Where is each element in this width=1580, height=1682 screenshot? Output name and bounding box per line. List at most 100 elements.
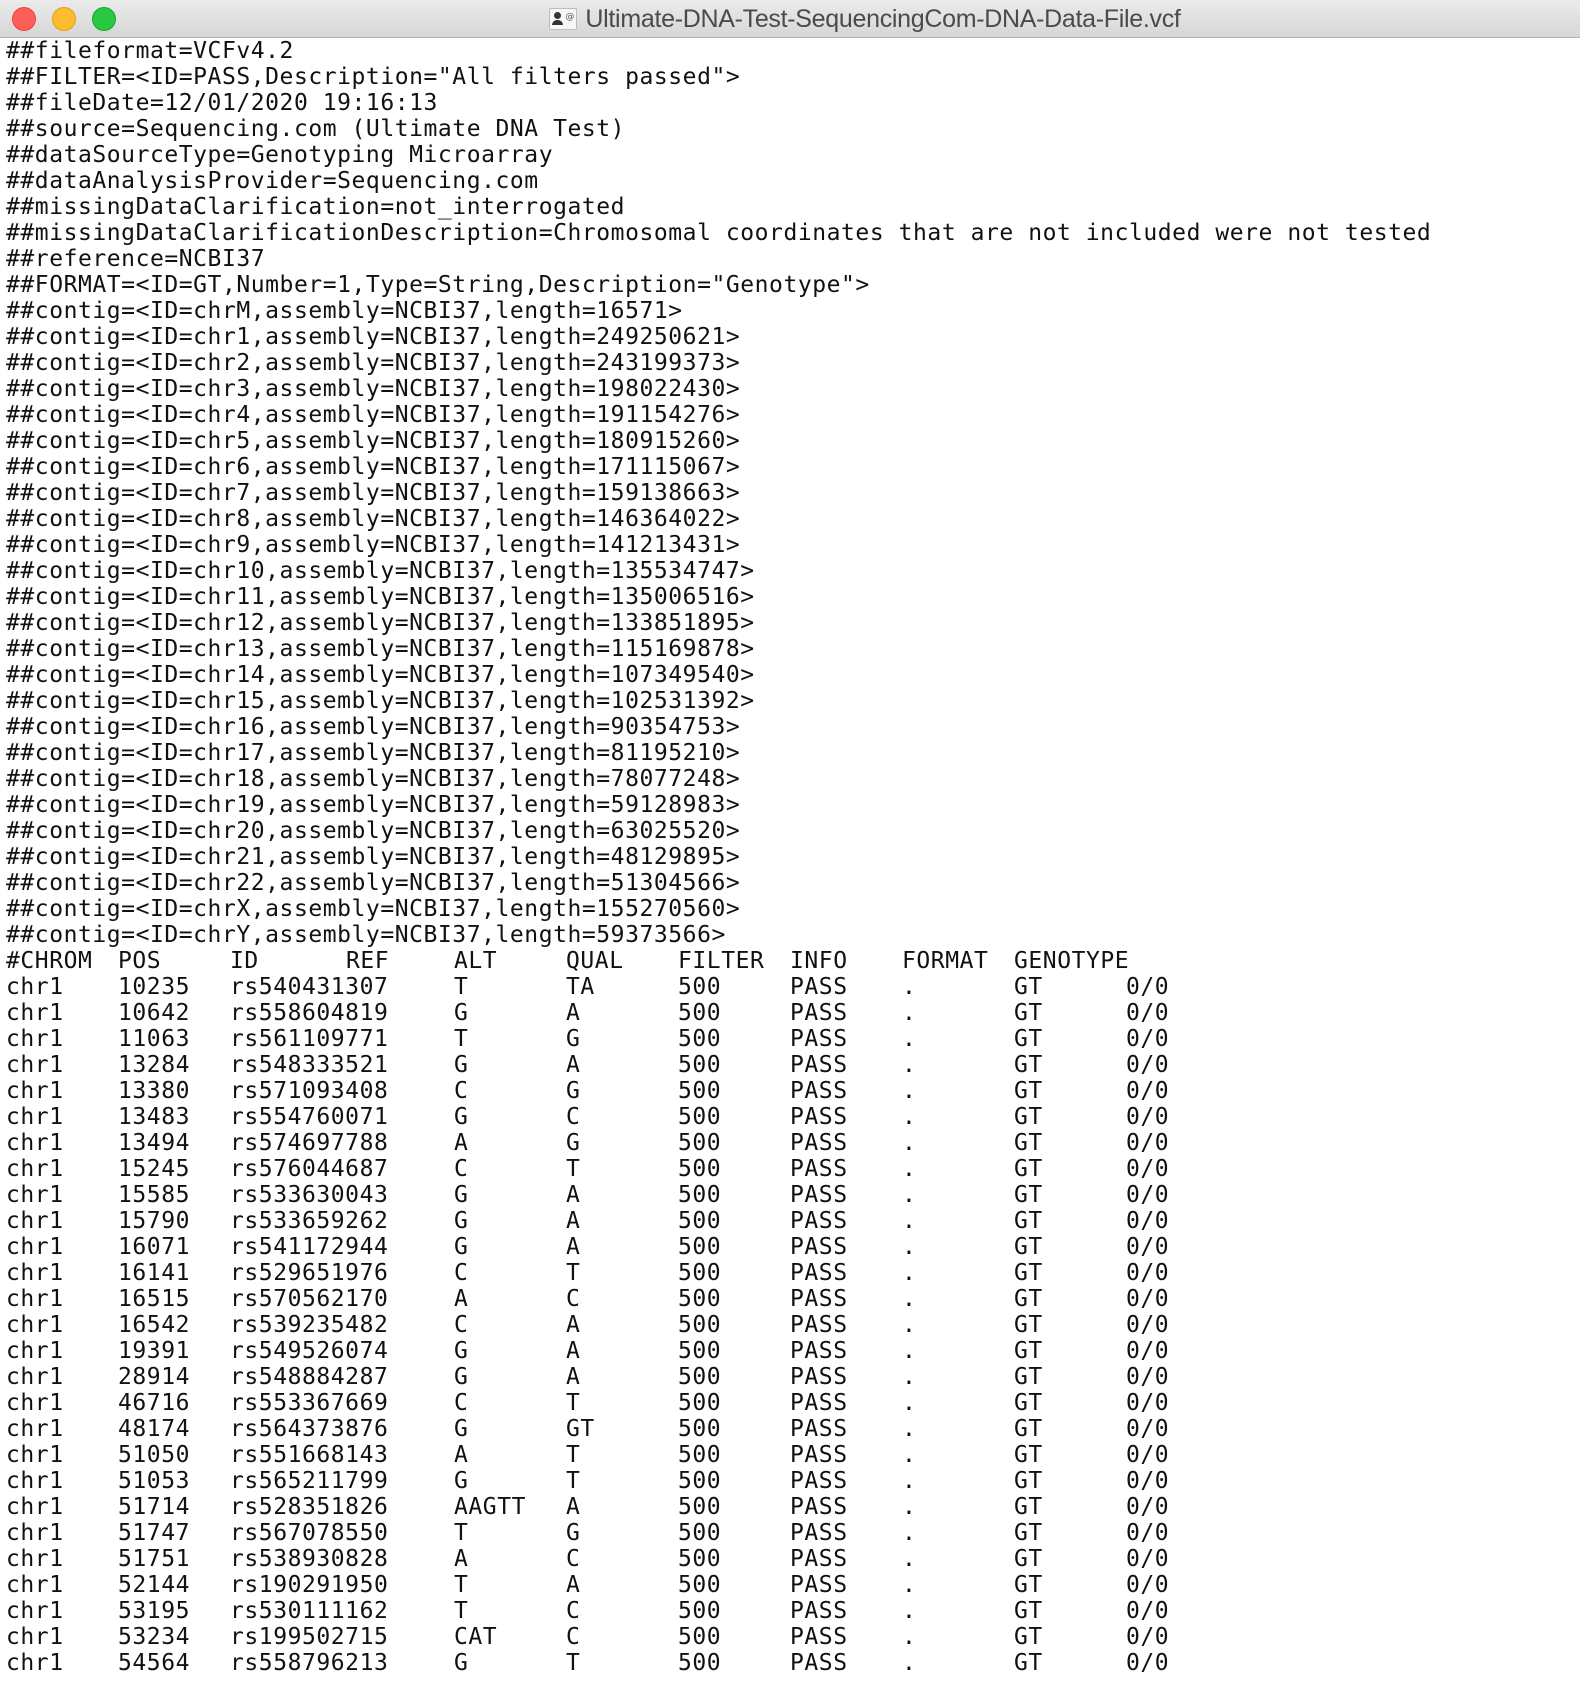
cell-qual: 500	[678, 1078, 722, 1104]
cell-chrom: chr1	[6, 1364, 64, 1390]
cell-format: GT	[1014, 974, 1043, 1000]
cell-info: .	[902, 1390, 917, 1416]
meta-line: ##dataSourceType=Genotyping Microarray	[6, 142, 554, 168]
cell-alt: A	[566, 1182, 581, 1208]
cell-pos: 51050	[118, 1442, 190, 1468]
cell-info: .	[902, 1650, 917, 1676]
variant-row: chr1 13494 rs574697788 A G 500 PASS. GT 0/0	[6, 1130, 1580, 1156]
cell-id: rs530111162	[230, 1598, 389, 1624]
cell-info: .	[902, 1026, 917, 1052]
cell-filter: PASS	[790, 1624, 848, 1650]
cell-info: .	[902, 1520, 917, 1546]
cell-format: GT	[1014, 1338, 1043, 1364]
cell-alt: C	[566, 1598, 581, 1624]
variant-row: chr1 10642 rs558604819 G A 500 PASS. GT 0/0	[6, 1000, 1580, 1026]
cell-chrom: chr1	[6, 1624, 64, 1650]
cell-ref: C	[454, 1078, 469, 1104]
cell-chrom: chr1	[6, 1312, 64, 1338]
cell-chrom: chr1	[6, 1156, 64, 1182]
cell-chrom: chr1	[6, 1026, 64, 1052]
cell-pos: 53195	[118, 1598, 190, 1624]
cell-genotype: 0/0	[1126, 1650, 1170, 1676]
cell-pos: 13483	[118, 1104, 190, 1130]
cell-pos: 54564	[118, 1650, 190, 1676]
cell-id: rs561109771	[230, 1026, 389, 1052]
cell-id: rs567078550	[230, 1520, 389, 1546]
meta-line: ##fileDate=12/01/2020 19:16:13	[6, 90, 438, 116]
zoom-button[interactable]	[92, 7, 116, 31]
cell-chrom: chr1	[6, 1442, 64, 1468]
cell-format: GT	[1014, 1572, 1043, 1598]
cell-id: rs554760071	[230, 1104, 389, 1130]
variant-row: chr1 16542 rs539235482 C A 500 PASS. GT 0/0	[6, 1312, 1580, 1338]
cell-filter: PASS	[790, 1104, 848, 1130]
cell-genotype: 0/0	[1126, 1390, 1170, 1416]
cell-alt: TA	[566, 974, 595, 1000]
cell-chrom: chr1	[6, 1182, 64, 1208]
meta-line: ##FORMAT=<ID=GT,Number=1,Type=String,Des…	[6, 272, 870, 298]
cell-pos: 10642	[118, 1000, 190, 1026]
cell-alt: T	[566, 1390, 581, 1416]
cell-qual: 500	[678, 1624, 722, 1650]
window-title: Ultimate-DNA-Test-SequencingCom-DNA-Data…	[585, 4, 1181, 33]
cell-qual: 500	[678, 1338, 722, 1364]
cell-genotype: 0/0	[1126, 1442, 1170, 1468]
cell-qual: 500	[678, 1520, 722, 1546]
cell-id: rs549526074	[230, 1338, 389, 1364]
cell-format: GT	[1014, 1468, 1043, 1494]
document-text-area[interactable]: ##fileformat=VCFv4.2 ##FILTER=<ID=PASS,De…	[0, 38, 1580, 1682]
cell-format: GT	[1014, 1598, 1043, 1624]
meta-line: ##contig=<ID=chr10,assembly=NCBI37,lengt…	[6, 558, 755, 584]
meta-line: ##contig=<ID=chr12,assembly=NCBI37,lengt…	[6, 610, 755, 636]
cell-info: .	[902, 1182, 917, 1208]
cell-alt: A	[566, 1234, 581, 1260]
variant-row: chr1 15245 rs576044687 C T 500 PASS. GT 0/0	[6, 1156, 1580, 1182]
cell-chrom: chr1	[6, 1546, 64, 1572]
cell-pos: 53234	[118, 1624, 190, 1650]
cell-format: GT	[1014, 1494, 1043, 1520]
title-bar[interactable]: @ Ultimate-DNA-Test-SequencingCom-DNA-Da…	[0, 0, 1580, 38]
cell-chrom: chr1	[6, 1000, 64, 1026]
cell-filter: PASS	[790, 1208, 848, 1234]
variant-row: chr1 54564 rs558796213 G T 500 PASS. GT 0/0	[6, 1650, 1580, 1676]
cell-ref: G	[454, 1416, 469, 1442]
meta-line: ##contig=<ID=chr8,assembly=NCBI37,length…	[6, 506, 741, 532]
meta-line: ##contig=<ID=chr5,assembly=NCBI37,length…	[6, 428, 741, 454]
meta-line: ##contig=<ID=chr15,assembly=NCBI37,lengt…	[6, 688, 755, 714]
cell-pos: 16515	[118, 1286, 190, 1312]
cell-qual: 500	[678, 1442, 722, 1468]
cell-info: .	[902, 1000, 917, 1026]
cell-pos: 48174	[118, 1416, 190, 1442]
variant-row: chr1 51050 rs551668143 A T 500 PASS. GT 0/0	[6, 1442, 1580, 1468]
meta-line: ##contig=<ID=chr16,assembly=NCBI37,lengt…	[6, 714, 741, 740]
meta-line: ##missingDataClarification=not_interroga…	[6, 194, 626, 220]
meta-line: ##fileformat=VCFv4.2	[6, 38, 294, 64]
cell-chrom: chr1	[6, 1208, 64, 1234]
cell-qual: 500	[678, 1260, 722, 1286]
cell-alt: T	[566, 1650, 581, 1676]
variant-row: chr1 52144 rs190291950 T A 500 PASS. GT 0/0	[6, 1572, 1580, 1598]
cell-genotype: 0/0	[1126, 1338, 1170, 1364]
cell-genotype: 0/0	[1126, 1156, 1170, 1182]
cell-alt: A	[566, 1208, 581, 1234]
cell-genotype: 0/0	[1126, 1026, 1170, 1052]
variant-row: chr1 19391 rs549526074 G A 500 PASS. GT 0/0	[6, 1338, 1580, 1364]
document-proxy-icon[interactable]: @	[549, 8, 578, 30]
cell-genotype: 0/0	[1126, 1052, 1170, 1078]
cell-format: GT	[1014, 1260, 1043, 1286]
window-title-group: @ Ultimate-DNA-Test-SequencingCom-DNA-Da…	[549, 4, 1181, 34]
cell-alt: G	[566, 1026, 581, 1052]
meta-line: ##contig=<ID=chr14,assembly=NCBI37,lengt…	[6, 662, 755, 688]
cell-chrom: chr1	[6, 1130, 64, 1156]
cell-info: .	[902, 1260, 917, 1286]
minimize-button[interactable]	[52, 7, 76, 31]
cell-chrom: chr1	[6, 1416, 64, 1442]
cell-qual: 500	[678, 1416, 722, 1442]
cell-alt: A	[566, 1312, 581, 1338]
cell-pos: 15790	[118, 1208, 190, 1234]
cell-info: .	[902, 1286, 917, 1312]
close-button[interactable]	[12, 7, 36, 31]
cell-genotype: 0/0	[1126, 1572, 1170, 1598]
variant-row: chr1 53195 rs530111162 T C 500 PASS. GT 0/0	[6, 1598, 1580, 1624]
meta-line: ##contig=<ID=chr6,assembly=NCBI37,length…	[6, 454, 741, 480]
